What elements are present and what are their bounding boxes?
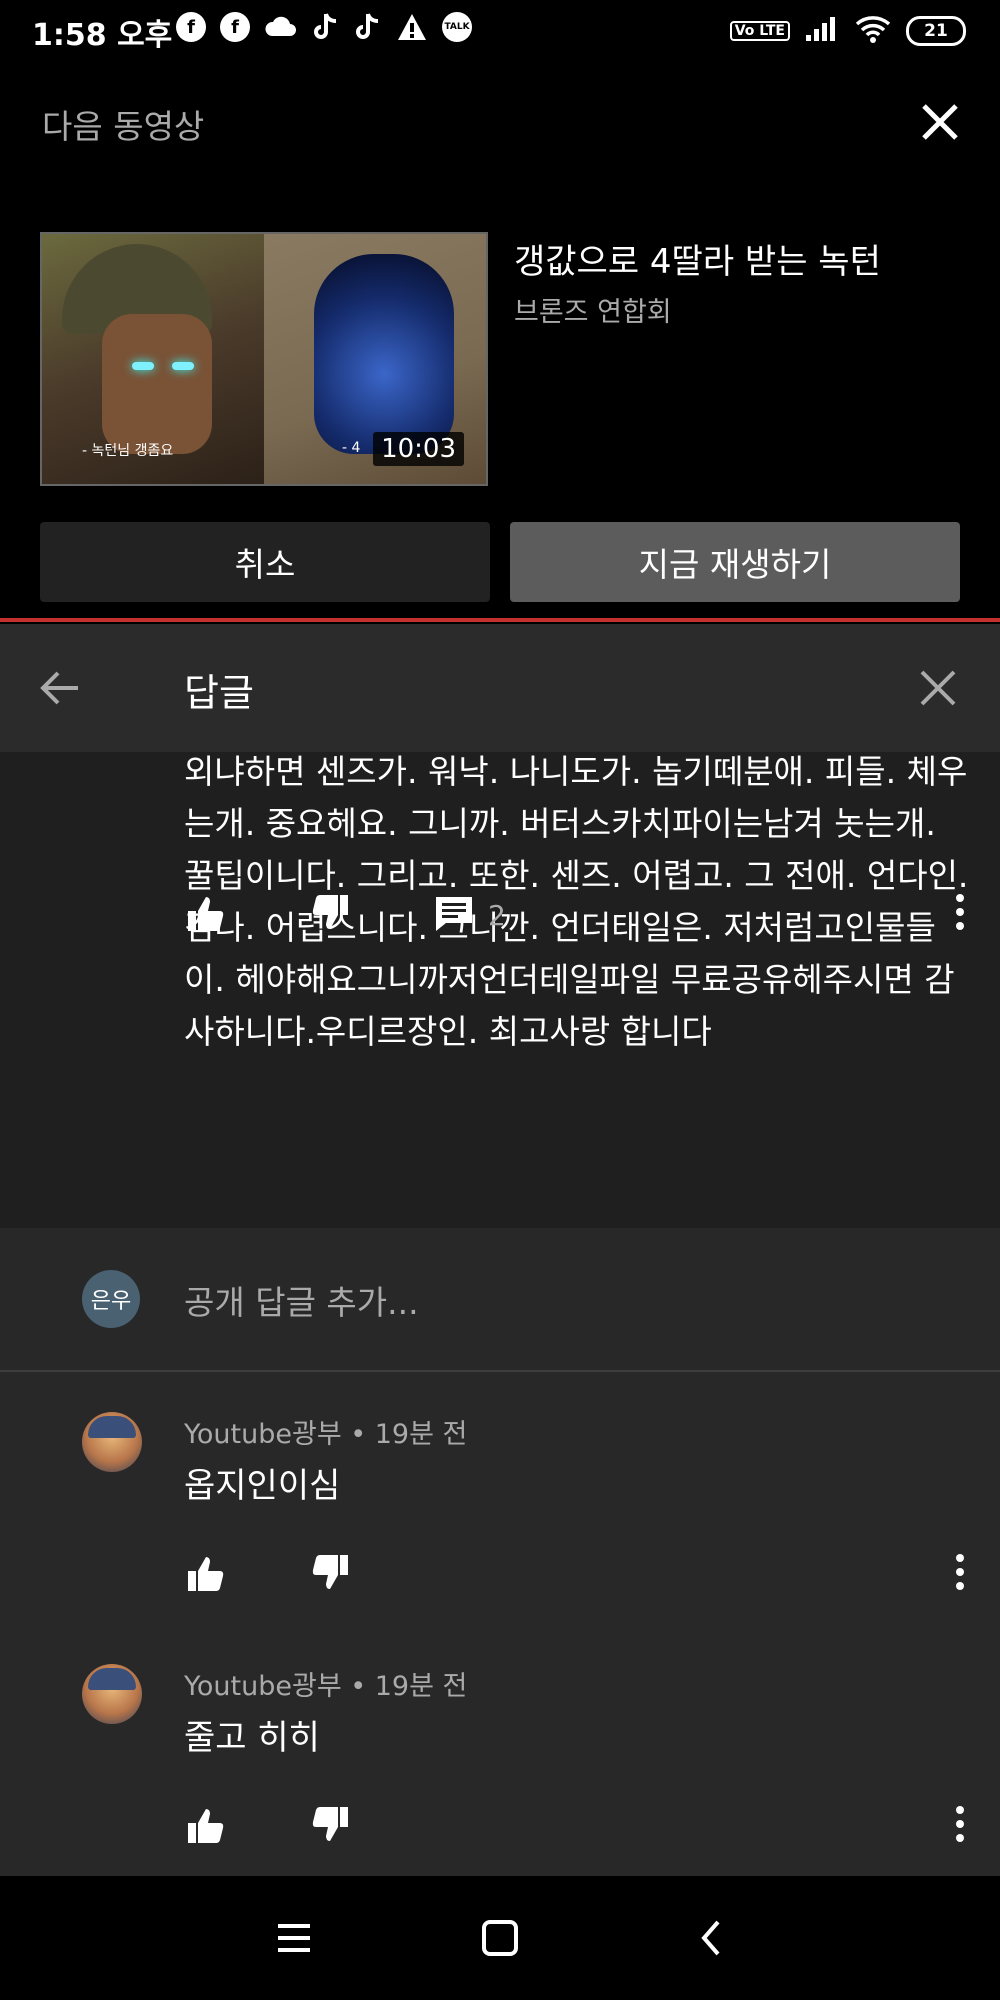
cancel-button[interactable]: 취소: [40, 522, 490, 602]
system-icons: Vo LTE 21: [729, 14, 966, 48]
back-arrow-icon[interactable]: [36, 664, 84, 712]
reply-avatar[interactable]: [82, 1412, 142, 1472]
close-icon[interactable]: [918, 100, 962, 144]
comment-actions: 2: [184, 890, 974, 940]
video-duration: 10:03: [373, 432, 464, 466]
reply-text: 줄고 히히: [184, 1718, 320, 1758]
tiktok-icon: [312, 12, 340, 46]
navigation-bar: [0, 1876, 1000, 2000]
up-next-title: 다음 동영상: [42, 107, 205, 146]
home-icon[interactable]: [478, 1916, 522, 1960]
thumbnail-caption: - 녹턴님 갱좀요: [82, 443, 174, 459]
reply-item: Youtube광부 • 19분 전 옵지인이심: [0, 1372, 1000, 1624]
play-now-button[interactable]: 지금 재생하기: [510, 522, 960, 602]
close-icon[interactable]: [916, 666, 960, 710]
video-progress-bar: [0, 618, 1000, 622]
user-avatar: 은우: [82, 1270, 140, 1328]
like-icon[interactable]: [184, 1803, 228, 1851]
thumbnail-caption: - 4: [342, 440, 361, 456]
back-icon[interactable]: [690, 1916, 734, 1960]
like-icon[interactable]: [184, 1551, 228, 1599]
kakaotalk-icon: TALK: [442, 12, 472, 42]
like-icon[interactable]: [184, 891, 228, 939]
wifi-icon: [854, 14, 892, 48]
more-options-icon[interactable]: [954, 1550, 966, 1594]
cloud-icon: [264, 12, 298, 46]
reply-count[interactable]: 2: [488, 899, 506, 932]
reply-item: Youtube광부 • 19분 전 줄고 히히: [0, 1624, 1000, 1876]
reply-actions: [184, 1550, 352, 1600]
reply-icon[interactable]: [432, 891, 476, 939]
notification-icons: f f TALK: [176, 12, 472, 46]
volte-icon: Vo LTE: [729, 21, 790, 41]
status-bar: 1:58 오후 f f TALK Vo LTE 21: [0, 0, 1000, 60]
warning-icon: [396, 12, 428, 46]
reply-text: 옵지인이심: [184, 1466, 341, 1506]
dislike-icon[interactable]: [308, 891, 352, 939]
add-reply-input[interactable]: 공개 답글 추가...: [184, 1276, 419, 1324]
more-options-icon[interactable]: [954, 890, 966, 934]
replies-title: 답글: [184, 671, 254, 715]
dislike-icon[interactable]: [308, 1551, 352, 1599]
replies-header: [0, 624, 1000, 752]
main-comment: 외냐하면 센즈가. 워낙. 나니도가. 놉기떼분애. 피들. 체우는개. 중요헤…: [0, 752, 1000, 1228]
tiktok-icon: [354, 12, 382, 46]
facebook-icon: f: [176, 12, 206, 42]
signal-icon: [804, 15, 840, 47]
reply-author-time: Youtube광부 • 19분 전: [184, 1671, 468, 1702]
video-thumbnail[interactable]: - 녹턴님 갱좀요 - 4 10:03: [40, 232, 488, 486]
dislike-icon[interactable]: [308, 1803, 352, 1851]
battery-icon: 21: [906, 16, 966, 46]
next-video-title[interactable]: 갱값으로 4딸라 받는 녹턴: [514, 234, 881, 283]
more-options-icon[interactable]: [954, 1802, 966, 1846]
reply-author-time: Youtube광부 • 19분 전: [184, 1419, 468, 1450]
status-time: 1:58 오후: [32, 18, 173, 53]
next-video-channel: 브론즈 연합회: [514, 297, 672, 328]
add-reply-row[interactable]: 은우 공개 답글 추가...: [0, 1228, 1000, 1372]
reply-avatar[interactable]: [82, 1664, 142, 1724]
menu-icon[interactable]: [272, 1916, 316, 1960]
facebook-icon: f: [220, 12, 250, 42]
reply-list: Youtube광부 • 19분 전 옵지인이심 Youtube광부 • 19분 …: [0, 1372, 1000, 1876]
reply-actions: [184, 1802, 352, 1852]
